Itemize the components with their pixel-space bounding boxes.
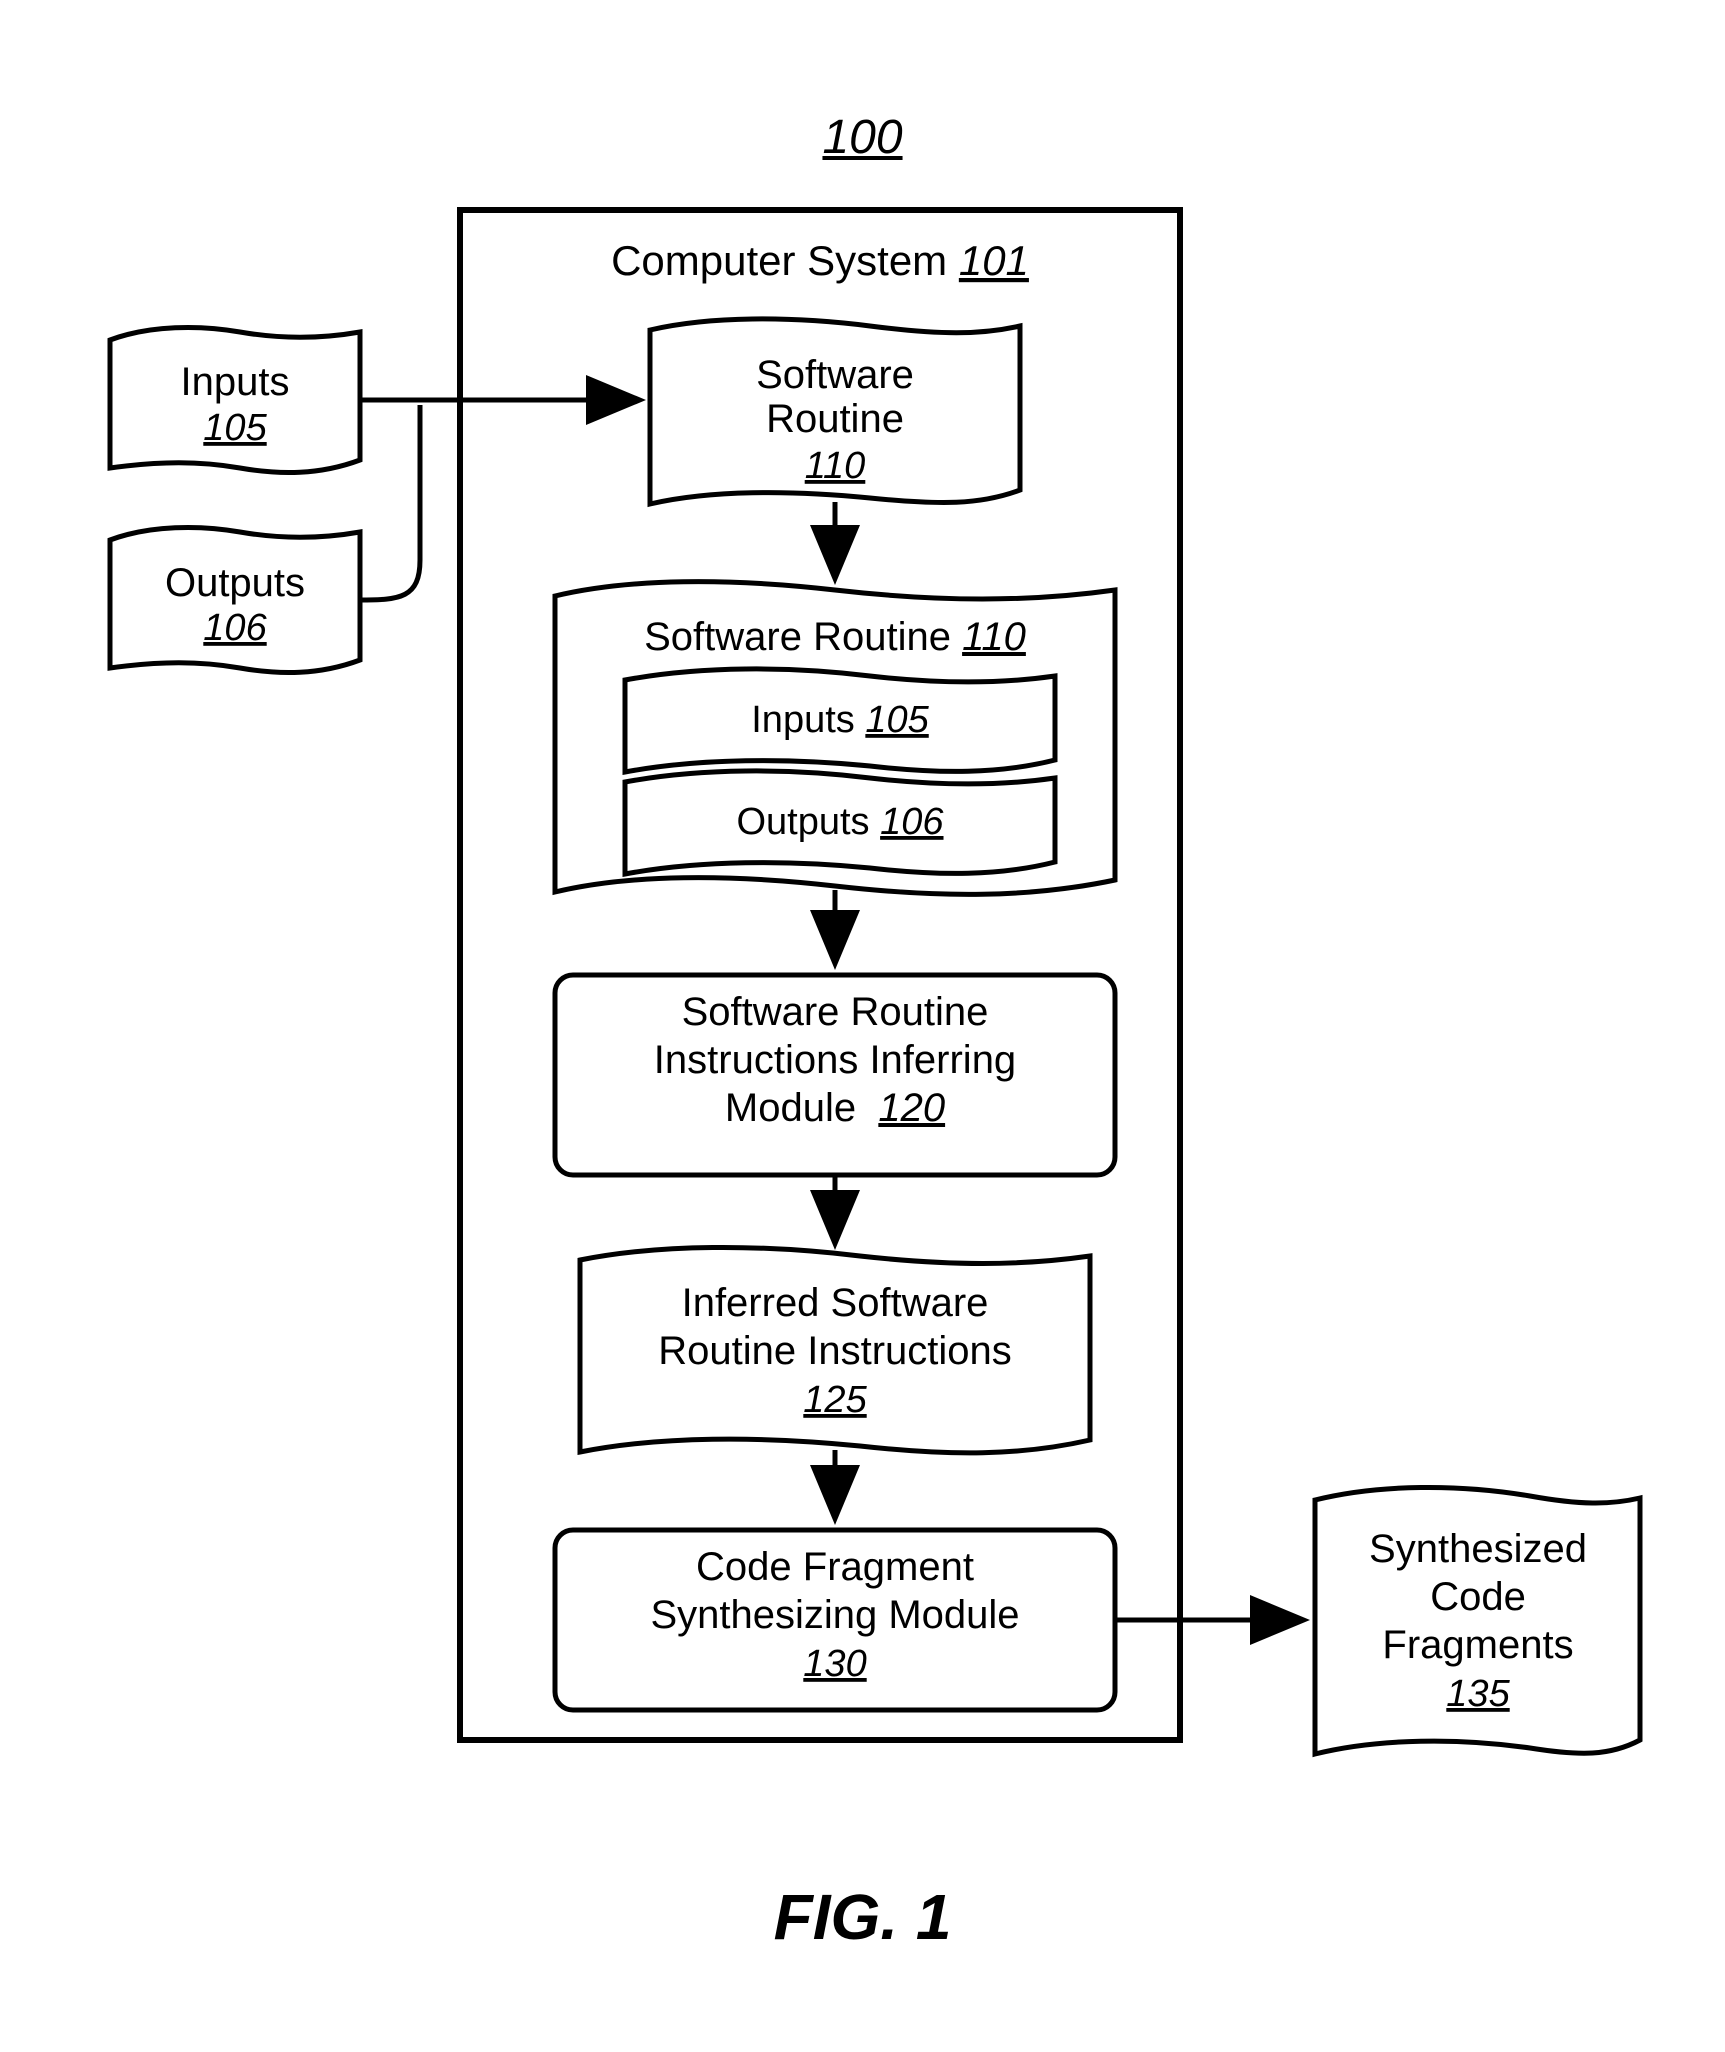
svg-text:Routine: Routine <box>766 397 904 441</box>
svg-text:Synthesizing Module: Synthesizing Module <box>650 1593 1019 1637</box>
svg-text:110: 110 <box>805 445 866 487</box>
svg-text:Synthesized: Synthesized <box>1369 1527 1587 1571</box>
svg-text:135: 135 <box>1446 1673 1510 1715</box>
outputs-doc: Outputs 106 <box>110 527 360 672</box>
svg-text:Outputs: Outputs <box>165 561 305 605</box>
software-routine-compound-doc: Software Routine 110 Inputs 105 Outputs … <box>555 582 1115 895</box>
svg-text:Software: Software <box>756 353 914 397</box>
svg-text:Code Fragment: Code Fragment <box>696 1545 974 1589</box>
svg-text:125: 125 <box>803 1379 867 1421</box>
svg-text:Inferred Software: Inferred Software <box>682 1281 989 1325</box>
connector-outputs-up <box>360 405 420 600</box>
diagram-svg: Computer System 101 Inputs 105 Outputs 1… <box>0 0 1725 2047</box>
svg-text:Module 120: Module 120 <box>725 1086 945 1130</box>
svg-text:105: 105 <box>203 407 267 449</box>
inferred-instructions-doc: Inferred Software Routine Instructions 1… <box>580 1247 1090 1452</box>
svg-text:130: 130 <box>803 1643 866 1685</box>
svg-text:Code: Code <box>1430 1575 1526 1619</box>
svg-text:Outputs 106: Outputs 106 <box>736 801 944 843</box>
figure-caption: FIG. 1 <box>0 1880 1725 1954</box>
software-routine-doc: Software Routine 110 <box>650 319 1020 504</box>
svg-text:Software Routine: Software Routine <box>682 990 989 1034</box>
synth-output-doc: Synthesized Code Fragments 135 <box>1315 1487 1640 1754</box>
computer-system-title: Computer System 101 <box>611 237 1029 284</box>
svg-text:Routine Instructions: Routine Instructions <box>658 1329 1012 1373</box>
svg-text:Instructions Inferring: Instructions Inferring <box>654 1038 1016 1082</box>
svg-text:Software Routine 110: Software Routine 110 <box>644 615 1026 659</box>
svg-text:Inputs 105: Inputs 105 <box>751 699 929 741</box>
svg-text:106: 106 <box>203 607 267 649</box>
figure-reference-100: 100 <box>0 110 1725 165</box>
svg-text:Inputs: Inputs <box>181 360 290 404</box>
svg-text:Fragments: Fragments <box>1382 1623 1573 1667</box>
inputs-doc: Inputs 105 <box>110 327 360 472</box>
